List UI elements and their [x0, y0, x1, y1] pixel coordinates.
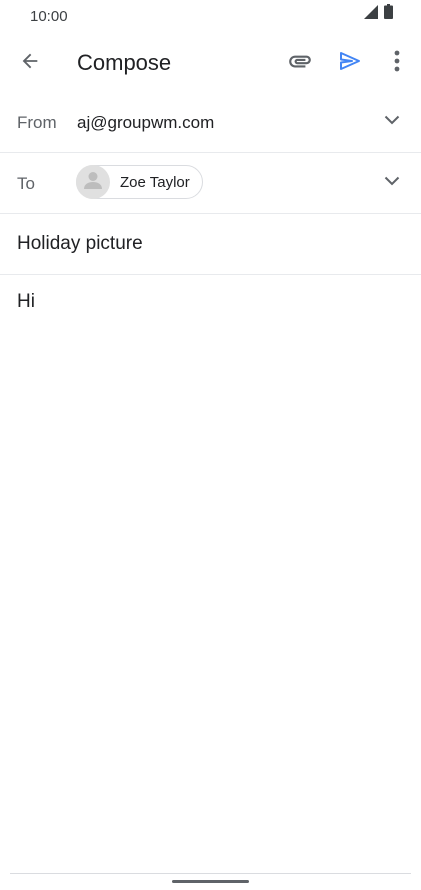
to-field[interactable]: To Zoe Taylor — [0, 153, 421, 214]
chevron-down-icon — [384, 173, 400, 191]
subject-field[interactable]: Holiday picture — [0, 214, 421, 275]
attach-button[interactable] — [280, 43, 320, 83]
more-vert-icon — [394, 50, 400, 77]
nav-divider — [10, 873, 411, 874]
back-arrow-icon — [19, 50, 41, 77]
avatar — [76, 165, 110, 199]
paperclip-icon — [287, 48, 313, 79]
status-icons — [364, 4, 393, 24]
to-label: To — [17, 174, 35, 193]
status-bar: 10:00 — [0, 0, 421, 34]
chevron-down-icon — [384, 112, 400, 130]
from-value: aj@groupwm.com — [77, 113, 215, 132]
more-options-button[interactable] — [377, 43, 417, 83]
to-expand-button[interactable] — [377, 167, 407, 197]
gesture-bar[interactable] — [172, 880, 249, 883]
battery-icon — [384, 4, 393, 24]
send-icon — [338, 49, 362, 78]
from-field[interactable]: From aj@groupwm.com — [0, 92, 421, 153]
status-time: 10:00 — [30, 8, 68, 25]
app-bar: Compose — [0, 34, 421, 92]
from-label: From — [17, 113, 57, 132]
signal-icon — [364, 5, 378, 24]
from-expand-button[interactable] — [377, 106, 407, 136]
person-icon — [82, 169, 104, 196]
send-button[interactable] — [330, 43, 370, 83]
body-textarea[interactable]: Hi — [17, 291, 35, 313]
recipient-name: Zoe Taylor — [120, 173, 190, 191]
page-title: Compose — [77, 50, 172, 75]
subject-value: Holiday picture — [17, 233, 143, 254]
back-button[interactable] — [10, 43, 50, 83]
recipient-chip[interactable]: Zoe Taylor — [76, 165, 203, 199]
